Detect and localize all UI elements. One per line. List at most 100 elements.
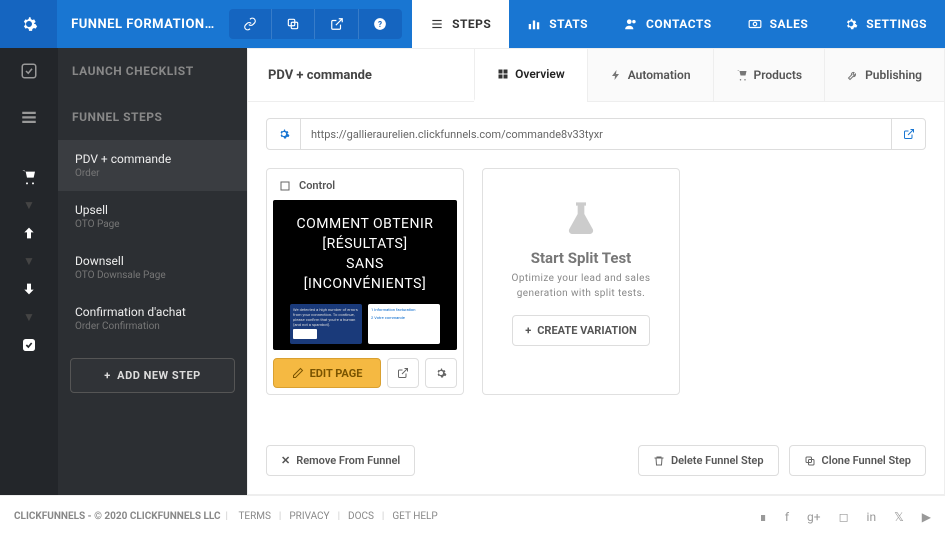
url-bar: https://gallieraurelien.clickfunnels.com…	[266, 118, 926, 150]
subtab-publishing[interactable]: Publishing	[824, 49, 944, 101]
url-settings-button[interactable]	[267, 119, 301, 149]
bolt-icon	[610, 69, 622, 81]
social-linkedin-icon[interactable]: in	[867, 510, 877, 524]
subtab-overview[interactable]: Overview	[474, 49, 587, 101]
sidebar-section-launch[interactable]: LAUNCH CHECKLIST	[58, 48, 247, 94]
nav-settings[interactable]: SETTINGS	[826, 0, 945, 48]
footer-link-privacy[interactable]: PRIVACY	[289, 511, 329, 522]
remove-label: Remove From Funnel	[296, 454, 400, 467]
social-instagram-icon[interactable]: ◻	[839, 510, 849, 524]
page-preview[interactable]: COMMENT OBTENIR [RÉSULTATS] SANS [INCONV…	[273, 200, 457, 350]
toolbar-copy-icon[interactable]	[272, 9, 315, 39]
sidebar-step-0[interactable]: PDV + commande Order	[58, 140, 247, 191]
nav-steps[interactable]: STEPS	[412, 0, 509, 48]
subtab-products[interactable]: Products	[713, 49, 825, 101]
link-icon	[243, 17, 257, 31]
control-card: Control COMMENT OBTENIR [RÉSULTATS] SANS…	[266, 168, 464, 395]
create-var-label: CREATE VARIATION	[537, 324, 637, 337]
url-open-button[interactable]	[891, 119, 925, 149]
footer-link-docs[interactable]: DOCS	[348, 511, 374, 522]
preview-line2: [RÉSULTATS]	[322, 236, 407, 252]
toolbar-external-icon[interactable]	[315, 9, 358, 39]
trash-icon	[653, 455, 665, 467]
split-test-subtitle: Optimize your lead and sales generation …	[497, 271, 665, 301]
clone-funnel-step-button[interactable]: Clone Funnel Step	[789, 445, 926, 476]
svg-text:?: ?	[378, 19, 382, 29]
preview-line1: COMMENT OBTENIR	[297, 216, 434, 232]
check-square-icon	[21, 337, 37, 353]
external-link-icon	[903, 128, 915, 140]
nav-stats-label: STATS	[549, 17, 588, 31]
sidebar-step-3[interactable]: Confirmation d'achat Order Confirmation	[58, 293, 247, 344]
step-name: Upsell	[75, 203, 233, 217]
sidebar: ▼ ▼ ▼ LAUNCH CHECKLIST FUNNEL STEPS PDV …	[0, 48, 247, 495]
copy-icon	[804, 455, 816, 467]
control-label: Control	[299, 179, 335, 192]
rail-checklist[interactable]	[0, 48, 58, 94]
clone-label: Clone Funnel Step	[822, 454, 911, 467]
sidebar-step-1[interactable]: Upsell OTO Page	[58, 191, 247, 242]
page-settings-button[interactable]	[425, 358, 457, 388]
flask-icon	[561, 199, 601, 239]
split-test-title: Start Split Test	[497, 249, 665, 267]
nav-settings-label: SETTINGS	[866, 17, 927, 31]
sidebar-section-steps[interactable]: FUNNEL STEPS	[58, 94, 247, 140]
rail-step-0[interactable]	[0, 154, 58, 200]
checklist-icon	[20, 62, 38, 80]
footer-link-help[interactable]: GET HELP	[392, 511, 437, 522]
step-type: Order	[75, 168, 233, 179]
step-type: OTO Downsale Page	[75, 270, 233, 281]
rail-step-1[interactable]	[0, 210, 58, 256]
gear-icon	[278, 128, 290, 140]
list-icon	[430, 17, 444, 31]
help-icon: ?	[373, 17, 387, 31]
footer-link-terms[interactable]: TERMS	[238, 511, 270, 522]
app-gear-menu[interactable]	[0, 0, 57, 48]
subtab-label: Overview	[515, 67, 565, 81]
rail-step-3[interactable]	[0, 322, 58, 368]
subtab-label: Automation	[628, 68, 691, 82]
open-preview-button[interactable]	[387, 358, 419, 388]
footer: CLICKFUNNELS - © 2020 CLICKFUNNELS LLC |…	[0, 495, 945, 537]
page-title: PDV + commande	[248, 68, 474, 83]
remove-from-funnel-button[interactable]: ✕ Remove From Funnel	[266, 445, 415, 476]
split-test-card: Start Split Test Optimize your lead and …	[482, 168, 680, 395]
social-rss-icon[interactable]: ∎	[759, 510, 767, 524]
nav-sales[interactable]: SALES	[730, 0, 827, 48]
social-google-icon[interactable]: g+	[807, 510, 821, 524]
menu-icon	[20, 108, 38, 126]
url-display[interactable]: https://gallieraurelien.clickfunnels.com…	[301, 119, 891, 149]
subtab-label: Products	[754, 68, 803, 82]
preview-thumb: We detected a high number of errors from…	[290, 304, 362, 344]
step-name: PDV + commande	[75, 152, 233, 166]
external-link-icon	[397, 367, 409, 379]
preview-thumb: 1 Information facturation2 Votre command…	[368, 304, 440, 344]
create-variation-button[interactable]: + CREATE VARIATION	[512, 315, 650, 346]
step-type: Order Confirmation	[75, 321, 233, 332]
edit-label: EDIT PAGE	[310, 367, 363, 380]
subtab-automation[interactable]: Automation	[587, 49, 713, 101]
rail-step-2[interactable]	[0, 266, 58, 312]
rail-steps[interactable]	[0, 94, 58, 140]
social-facebook-icon[interactable]: f	[785, 510, 789, 524]
social-twitter-icon[interactable]: 𝕏	[894, 510, 904, 524]
edit-page-button[interactable]: EDIT PAGE	[273, 358, 381, 388]
toolbar-link-icon[interactable]	[229, 9, 272, 39]
social-youtube-icon[interactable]: ▶	[922, 510, 931, 524]
chevron-down-icon: ▼	[0, 200, 58, 210]
add-new-step-button[interactable]: + ADD NEW STEP	[70, 358, 235, 393]
nav-stats[interactable]: STATS	[509, 0, 606, 48]
chevron-down-icon: ▼	[0, 312, 58, 322]
nav-contacts[interactable]: CONTACTS	[606, 0, 730, 48]
plus-icon: +	[525, 324, 531, 337]
x-icon: ✕	[281, 454, 290, 467]
delete-funnel-step-button[interactable]: Delete Funnel Step	[638, 445, 779, 476]
wrench-icon	[847, 69, 859, 81]
funnel-name[interactable]: FUNNEL FORMATION E…	[57, 17, 229, 32]
toolbar-help-icon[interactable]: ?	[359, 9, 402, 39]
add-step-label: ADD NEW STEP	[117, 369, 201, 382]
chart-icon	[527, 17, 541, 31]
sidebar-step-2[interactable]: Downsell OTO Downsale Page	[58, 242, 247, 293]
step-type: OTO Page	[75, 219, 233, 230]
square-icon	[279, 180, 291, 192]
